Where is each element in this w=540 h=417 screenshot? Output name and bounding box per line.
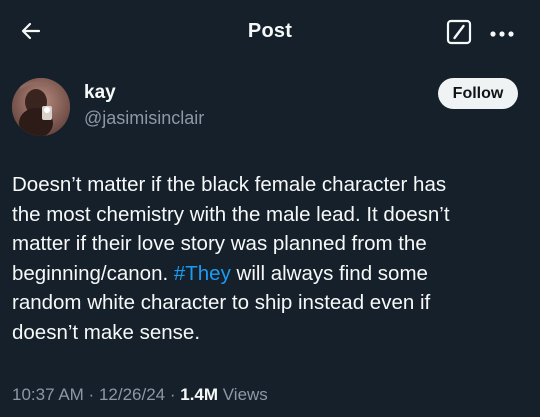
post-time[interactable]: 10:37 AM [12,385,84,404]
meta-separator-2: · [165,385,181,404]
post-meta: 10:37 AM · 12/26/24 · 1.4M Views [12,385,268,405]
author-name[interactable]: kay [84,82,116,104]
top-bar: Post [0,0,540,62]
post-text: Doesn’t matter if the black female chara… [12,170,524,347]
avatar[interactable] [12,78,70,136]
post-date[interactable]: 12/26/24 [99,385,165,404]
views-count: 1.4M [180,385,219,404]
avatar-image [12,78,70,136]
grok-button[interactable] [444,19,474,49]
more-horizontal-icon [489,25,515,43]
views-label: Views [218,385,268,404]
more-options-button[interactable] [485,19,519,49]
slash-box-icon [446,19,472,50]
post-page: Post kay @jasimisinclair Follow Doesn’t … [0,0,540,417]
follow-button[interactable]: Follow [438,78,518,109]
hashtag-link[interactable]: #They [174,262,231,285]
author-handle[interactable]: @jasimisinclair [84,108,204,129]
meta-separator-1: · [83,385,99,404]
